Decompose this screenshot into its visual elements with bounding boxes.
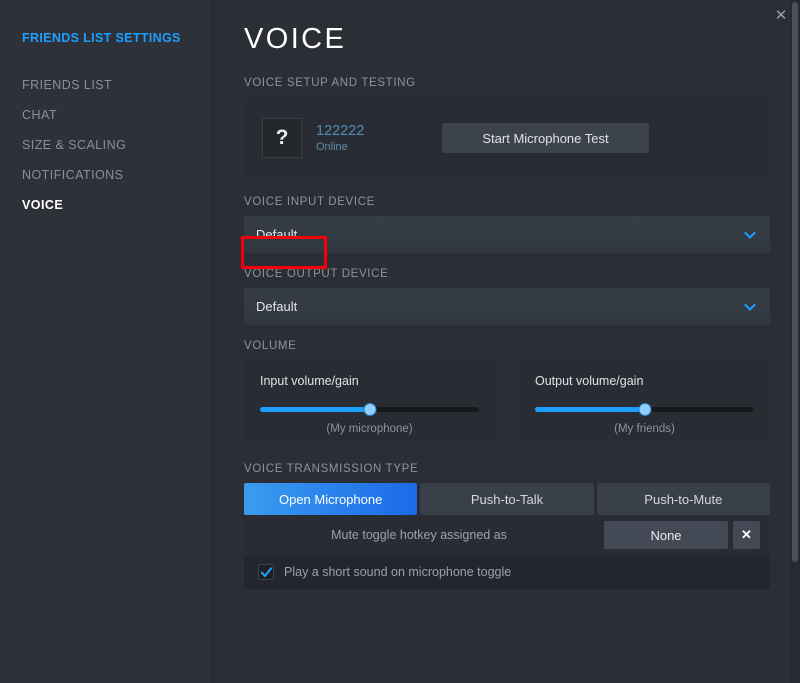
persona-block: 122222 Online <box>316 123 438 154</box>
mute-toggle-hotkey-row: Mute toggle hotkey assigned as None ✕ <box>244 515 770 555</box>
output-volume-sublabel: (My friends) <box>614 423 675 435</box>
scrollbar-thumb[interactable] <box>792 2 798 562</box>
close-icon-glyph: ✕ <box>741 527 752 542</box>
output-volume-card: Output volume/gain (My friends) <box>519 360 770 446</box>
transmission-option-label: Open Microphone <box>278 491 383 507</box>
sidebar-item-size-and-scaling[interactable]: SIZE & SCALING <box>0 130 212 160</box>
chevron-down-icon <box>743 300 757 314</box>
voice-setup-panel: ? 122222 Online Start Microphone Test <box>244 97 770 179</box>
play-sound-checkbox[interactable] <box>258 564 274 580</box>
mute-toggle-hotkey-button[interactable]: None <box>604 521 728 549</box>
section-label-voice-input-device: VOICE INPUT DEVICE <box>244 196 375 208</box>
friends-list-settings-window: FRIENDS LIST SETTINGS FRIENDS LIST CHAT … <box>0 0 800 683</box>
sidebar-item-label: NOTIFICATIONS <box>22 168 124 182</box>
sidebar-header: FRIENDS LIST SETTINGS <box>22 31 181 45</box>
scrollbar[interactable] <box>790 0 800 683</box>
transmission-option-label: Push-to-Talk <box>470 491 544 507</box>
sidebar-item-label: SIZE & SCALING <box>22 138 127 152</box>
sidebar-item-chat[interactable]: CHAT <box>0 100 212 130</box>
voice-settings-content: VOICE VOICE SETUP AND TESTING ? 122222 O… <box>212 0 800 683</box>
close-icon: ✕ <box>774 7 788 24</box>
sidebar-item-voice[interactable]: VOICE <box>0 190 212 220</box>
clear-hotkey-icon[interactable]: ✕ <box>733 521 760 549</box>
close-window-button[interactable]: ✕ <box>768 4 794 26</box>
transmission-option-push-to-talk[interactable]: Push-to-Talk <box>420 483 594 515</box>
input-volume-card: Input volume/gain (My microphone) <box>244 360 495 446</box>
slider-thumb[interactable] <box>363 403 376 416</box>
transmission-type-segmented-control: Open Microphone Push-to-Talk Push-to-Mut… <box>244 483 770 515</box>
input-volume-slider[interactable] <box>260 402 479 416</box>
section-label-volume: VOLUME <box>244 340 297 352</box>
avatar-placeholder-glyph: ? <box>275 126 289 149</box>
play-sound-checkbox-label[interactable]: Play a short sound on microphone toggle <box>284 565 511 579</box>
checkmark-icon <box>260 566 272 577</box>
output-volume-slider[interactable] <box>535 402 754 416</box>
mute-toggle-hotkey-label: Mute toggle hotkey assigned as <box>331 528 507 542</box>
sidebar-item-label: CHAT <box>22 108 57 122</box>
settings-sidebar: FRIENDS LIST SETTINGS FRIENDS LIST CHAT … <box>0 0 212 683</box>
transmission-option-label: Push-to-Mute <box>644 491 723 507</box>
mute-toggle-hotkey-value: None <box>650 527 682 543</box>
input-volume-sublabel: (My microphone) <box>326 423 413 435</box>
persona-status: Online <box>316 140 348 153</box>
play-sound-toggle-row: Play a short sound on microphone toggle <box>244 555 770 589</box>
sidebar-item-label: VOICE <box>22 198 64 212</box>
avatar: ? <box>262 118 302 158</box>
chevron-down-icon <box>743 228 757 242</box>
slider-fill <box>260 407 370 412</box>
voice-transmission-panel: Open Microphone Push-to-Talk Push-to-Mut… <box>244 483 770 589</box>
slider-thumb[interactable] <box>638 403 651 416</box>
sidebar-item-label: FRIENDS LIST <box>22 78 113 92</box>
sidebar-item-friends-list[interactable]: FRIENDS LIST <box>0 70 212 100</box>
transmission-option-open-microphone[interactable]: Open Microphone <box>244 483 418 515</box>
voice-input-device-dropdown[interactable]: Default <box>244 216 770 253</box>
transmission-option-push-to-mute[interactable]: Push-to-Mute <box>596 483 770 515</box>
input-volume-title: Input volume/gain <box>260 374 359 388</box>
output-volume-title: Output volume/gain <box>535 374 644 388</box>
persona-name[interactable]: 122222 <box>316 123 438 140</box>
voice-output-device-dropdown[interactable]: Default <box>244 288 770 325</box>
volume-row: Input volume/gain (My microphone) Output… <box>244 360 770 446</box>
page-title: VOICE <box>244 23 347 55</box>
sidebar-item-notifications[interactable]: NOTIFICATIONS <box>0 160 212 190</box>
section-label-voice-output-device: VOICE OUTPUT DEVICE <box>244 268 389 280</box>
voice-input-device-value: Default <box>256 227 298 242</box>
start-microphone-test-button[interactable]: Start Microphone Test <box>442 123 649 153</box>
slider-fill <box>535 407 645 412</box>
section-label-voice-setup: VOICE SETUP AND TESTING <box>244 77 416 89</box>
section-label-voice-transmission-type: VOICE TRANSMISSION TYPE <box>244 463 419 475</box>
voice-output-device-value: Default <box>256 299 298 314</box>
